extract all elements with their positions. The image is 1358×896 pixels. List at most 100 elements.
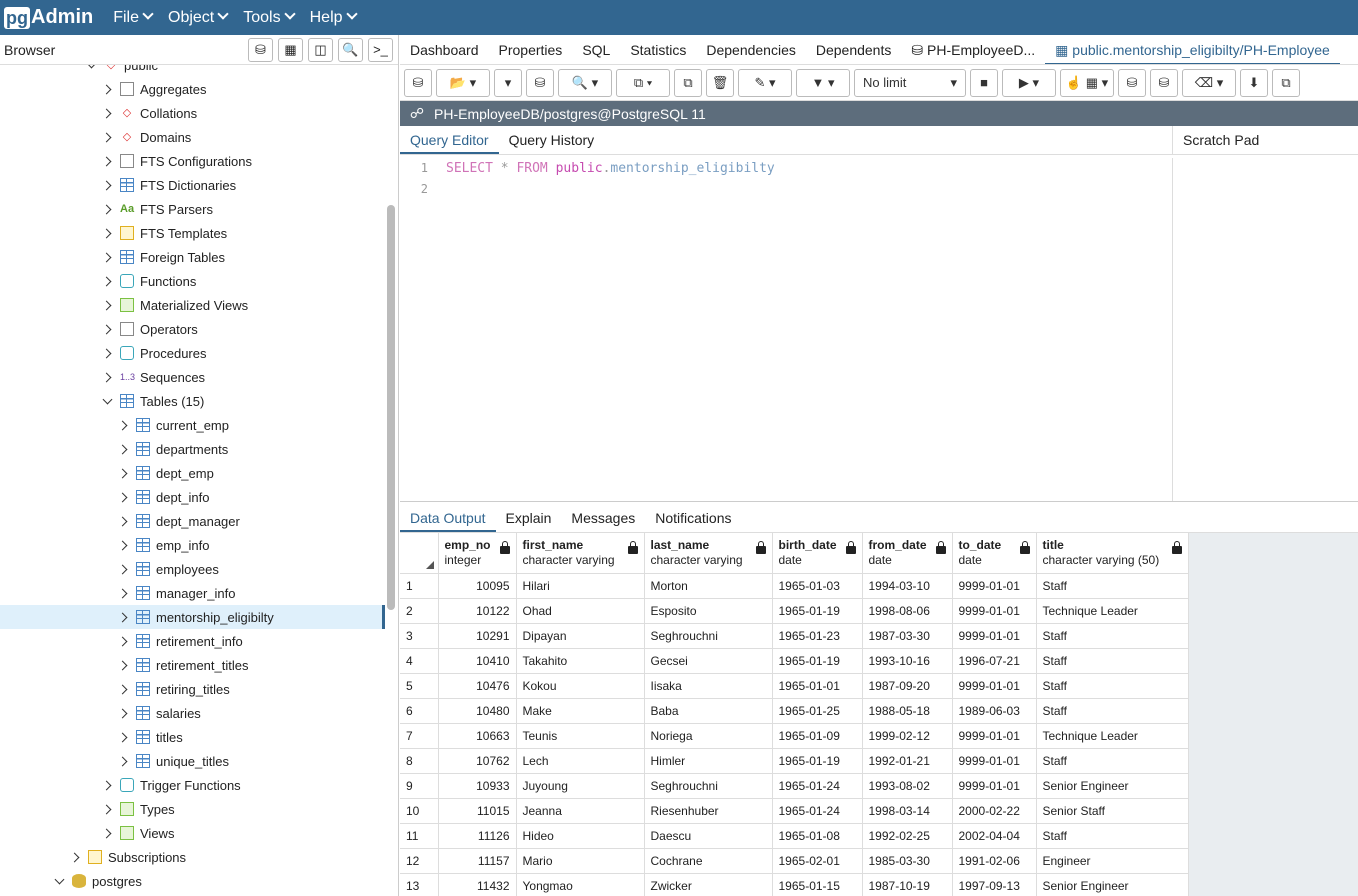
table-cell[interactable]: Technique Leader [1036,723,1189,749]
table-cell[interactable]: Teunis [516,723,645,749]
table-cell[interactable]: Juyoung [516,773,645,799]
row-number[interactable]: 2 [400,598,439,624]
chevron-down-icon[interactable] [54,876,64,886]
table-row[interactable]: 13 11432 Yongmao Zwicker 1965-01-15 1987-10-1… [400,873,1189,896]
explain-icon[interactable]: ☝ ▦ ▾ [1060,68,1114,97]
table-cell[interactable]: 1997-09-13 [952,873,1037,896]
filter-icon[interactable]: ▼ ▾ [796,68,850,97]
table-cell[interactable]: 1965-01-24 [772,773,863,799]
chevron-right-icon[interactable] [102,372,112,382]
chevron-right-icon[interactable] [102,228,112,238]
table-cell[interactable]: 10095 [438,573,517,599]
row-number[interactable]: 10 [400,798,439,824]
table-cell[interactable]: Mario [516,848,645,874]
tab-messages[interactable]: Messages [561,504,645,532]
tree-item[interactable]: Types [0,797,385,821]
table-cell[interactable]: Lech [516,748,645,774]
download-icon[interactable]: ⬇ [1240,68,1268,97]
tree-item[interactable]: Functions [0,269,385,293]
tab-sql[interactable]: SQL [572,35,620,64]
tree-item[interactable]: mentorship_eligibilty [0,605,385,629]
row-number[interactable]: 7 [400,723,439,749]
stop-icon[interactable]: ■ [970,68,998,97]
column-header-to_date[interactable]: to_date date [952,533,1037,574]
chevron-right-icon[interactable] [118,420,128,430]
table-cell[interactable]: 9999-01-01 [952,598,1037,624]
chevron-right-icon[interactable] [102,804,112,814]
copy-icon[interactable]: ⧉ ▾ [616,68,670,97]
table-cell[interactable]: Hideo [516,823,645,849]
table-cell[interactable]: Noriega [644,723,773,749]
table-row[interactable]: 5 10476 Kokou Iisaka 1965-01-01 1987-09-20 999… [400,673,1189,699]
tree-item[interactable]: Tables (15) [0,389,385,413]
chevron-right-icon[interactable] [118,468,128,478]
tab-dependencies[interactable]: Dependencies [696,35,806,64]
chevron-right-icon[interactable] [102,180,112,190]
tree-item[interactable]: titles [0,725,385,749]
table-cell[interactable]: 1993-08-02 [862,773,953,799]
sql-editor[interactable]: 1 2 SELECT * FROM public.mentorship_elig… [400,158,1172,501]
table-cell[interactable]: Senior Engineer [1036,873,1189,896]
table-cell[interactable]: 1991-02-06 [952,848,1037,874]
chevron-right-icon[interactable] [118,756,128,766]
row-number[interactable]: 9 [400,773,439,799]
delete-icon[interactable]: 🗑 [706,68,734,97]
table-cell[interactable]: Engineer [1036,848,1189,874]
table-cell[interactable]: 1987-10-19 [862,873,953,896]
table-cell[interactable]: 1994-03-10 [862,573,953,599]
column-header-first_name[interactable]: first_name character varying [516,533,645,574]
chevron-right-icon[interactable] [102,108,112,118]
table-cell[interactable]: Senior Engineer [1036,773,1189,799]
table-cell[interactable]: 1965-02-01 [772,848,863,874]
table-cell[interactable]: Ohad [516,598,645,624]
table-cell[interactable]: 9999-01-01 [952,573,1037,599]
sql-code[interactable]: SELECT * FROM public.mentorship_eligibil… [446,158,775,179]
tree-item[interactable]: emp_info [0,533,385,557]
find-icon[interactable]: 🔍 ▾ [558,68,612,97]
open-db-icon[interactable]: ⛁ [404,68,432,97]
table-cell[interactable]: 9999-01-01 [952,748,1037,774]
table-cell[interactable]: 1998-08-06 [862,598,953,624]
table-cell[interactable]: 10476 [438,673,517,699]
chevron-right-icon[interactable] [118,492,128,502]
row-number[interactable]: 12 [400,848,439,874]
table-cell[interactable]: Cochrane [644,848,773,874]
table-cell[interactable]: 1989-06-03 [952,698,1037,724]
tree-item[interactable]: ◇ Domains [0,125,385,149]
chevron-right-icon[interactable] [102,132,112,142]
table-cell[interactable]: 9999-01-01 [952,773,1037,799]
chevron-down-icon[interactable] [86,65,96,70]
table-cell[interactable]: Yongmao [516,873,645,896]
table-cell[interactable]: 1965-01-08 [772,823,863,849]
table-cell[interactable]: 1992-01-21 [862,748,953,774]
table-cell[interactable]: 1993-10-16 [862,648,953,674]
tree-item[interactable]: Aa FTS Parsers [0,197,385,221]
chevron-right-icon[interactable] [102,348,112,358]
table-cell[interactable]: Senior Staff [1036,798,1189,824]
execute-icon[interactable]: ▶ ▾ [1002,68,1056,97]
save-data-icon[interactable]: ⛁ [526,68,554,97]
table-row[interactable]: 11 11126 Hideo Daescu 1965-01-08 1992-02-25 20… [400,823,1189,849]
tree-item[interactable]: ◇ public [0,65,385,77]
row-number[interactable]: 11 [400,823,439,849]
table-cell[interactable]: 10122 [438,598,517,624]
table-cell[interactable]: 10762 [438,748,517,774]
tree-item[interactable]: Operators [0,317,385,341]
table-cell[interactable]: 10933 [438,773,517,799]
table-cell[interactable]: Staff [1036,698,1189,724]
save-dropdown-icon[interactable]: ▾ [494,68,522,97]
table-cell[interactable]: Staff [1036,748,1189,774]
table-cell[interactable]: Esposito [644,598,773,624]
table-cell[interactable]: Baba [644,698,773,724]
tree-item[interactable]: employees [0,557,385,581]
table-cell[interactable]: 10410 [438,648,517,674]
menu-help[interactable]: Help [310,9,356,27]
table-cell[interactable]: Gecsei [644,648,773,674]
chevron-right-icon[interactable] [118,708,128,718]
tree-item[interactable]: Foreign Tables [0,245,385,269]
tree-item[interactable]: retirement_titles [0,653,385,677]
tab-notifications[interactable]: Notifications [645,504,741,532]
column-header-birth_date[interactable]: birth_date date [772,533,863,574]
table-cell[interactable]: 1985-03-30 [862,848,953,874]
connection-status-icon[interactable]: ☍ [400,105,434,122]
